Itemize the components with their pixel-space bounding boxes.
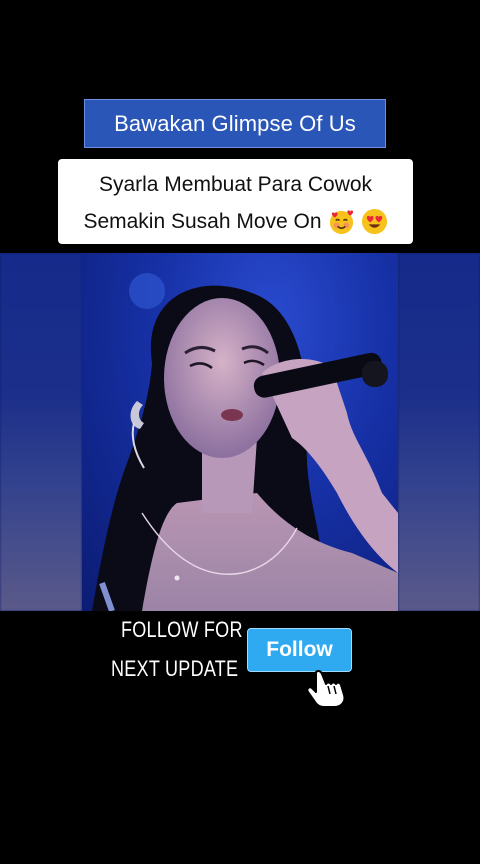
hand-pointer-icon bbox=[306, 669, 346, 708]
heart-eyes-icon bbox=[361, 208, 387, 235]
video-frame bbox=[82, 253, 398, 611]
caption-box: Syarla Membuat Para Cowok Semakin Susah … bbox=[58, 159, 413, 244]
smiling-face-with-hearts-icon bbox=[329, 210, 353, 235]
follow-button-label: Follow bbox=[266, 638, 333, 661]
video-player[interactable] bbox=[0, 253, 480, 611]
video-blur-right bbox=[398, 253, 480, 611]
video-title: Bawakan Glimpse Of Us bbox=[114, 110, 356, 136]
follow-for-text: FOLLOW FOR bbox=[121, 617, 243, 642]
caption-line-2: Semakin Susah Move On bbox=[83, 210, 322, 233]
video-title-banner: Bawakan Glimpse Of Us bbox=[84, 99, 386, 148]
next-update-text: NEXT UPDATE bbox=[111, 656, 239, 681]
caption-line-1: Syarla Membuat Para Cowok bbox=[98, 173, 373, 196]
singer-with-microphone-image bbox=[92, 273, 398, 611]
video-blur-left bbox=[0, 253, 82, 611]
caption-line-2-row: Semakin Susah Move On bbox=[58, 203, 413, 240]
follow-button[interactable]: Follow bbox=[247, 628, 352, 672]
